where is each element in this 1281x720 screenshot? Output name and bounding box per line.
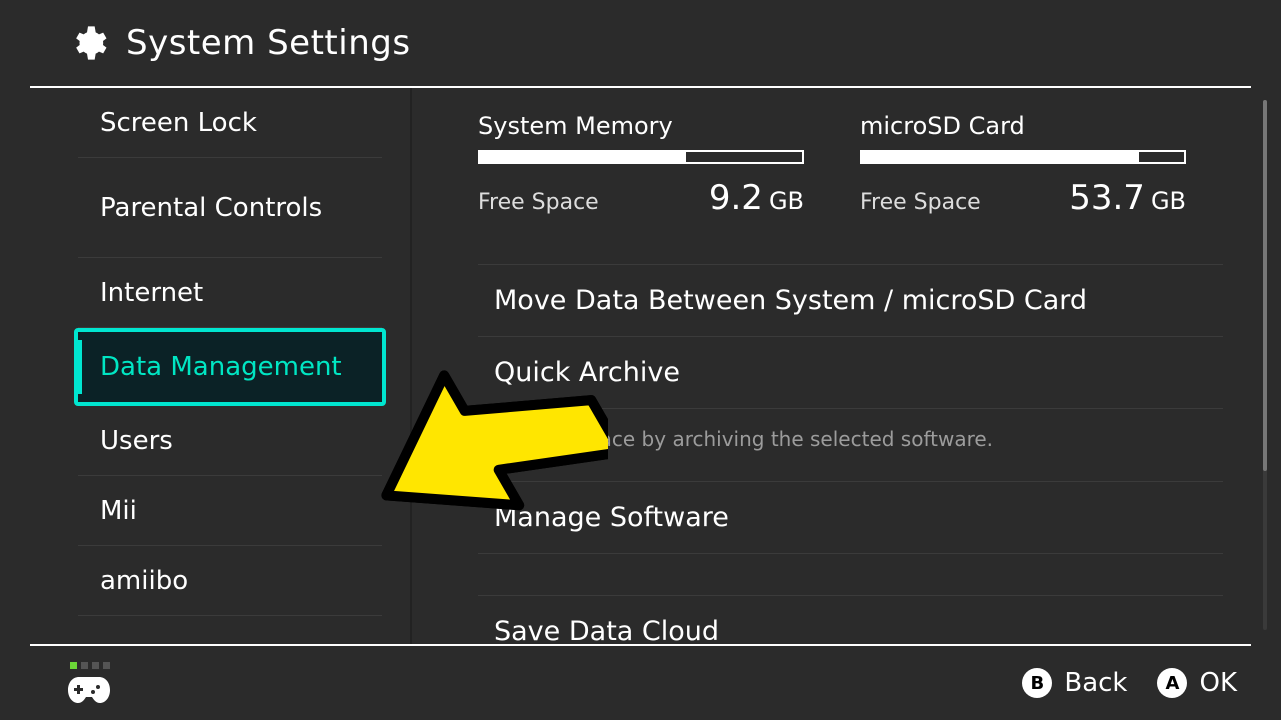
scrollbar[interactable] [1263,100,1267,630]
sidebar-item-label: Screen Lock [100,108,257,138]
sidebar-item-amiibo[interactable]: amiibo [78,546,382,616]
sidebar-item-users[interactable]: Users [78,406,382,476]
storage-bar [860,150,1186,164]
controller-status [66,662,112,705]
sidebar-item-label: Parental Controls [100,193,322,223]
item-save-data-cloud[interactable]: Save Data Cloud [478,595,1223,646]
page-title: System Settings [126,23,411,63]
storage-bar [478,150,804,164]
storage-microsd-card: microSD Card Free Space 53.7GB [860,112,1186,218]
free-space-value: 9.2GB [709,178,804,218]
storage-system-memory: System Memory Free Space 9.2GB [478,112,804,218]
player-indicator [70,662,110,669]
button-label: Back [1064,668,1127,698]
annotation-arrow-icon [348,364,608,568]
sidebar-item-label: amiibo [100,566,188,596]
sidebar-item-label: Users [100,426,173,456]
sidebar-item-label: Data Management [100,352,342,382]
b-button-icon: B [1022,668,1052,698]
storage-bar-fill [862,152,1139,162]
body: Screen Lock Parental Controls Internet D… [0,88,1281,646]
item-label: Save Data Cloud [494,616,719,646]
storage-title: microSD Card [860,112,1186,140]
footer: B Back A OK [0,646,1281,720]
storage-row: System Memory Free Space 9.2GB microSD C… [478,112,1223,218]
button-label: OK [1199,668,1237,698]
storage-title: System Memory [478,112,804,140]
storage-bar-fill [480,152,686,162]
header: System Settings [30,0,1251,86]
sidebar-item-mii[interactable]: Mii [78,476,382,546]
back-button[interactable]: B Back [1022,668,1127,698]
sidebar-item-label: Mii [100,496,137,526]
sidebar-item-label: Internet [100,278,203,308]
a-button-icon: A [1157,668,1187,698]
item-label: Move Data Between System / microSD Card [494,285,1087,316]
sidebar-item-internet[interactable]: Internet [78,258,382,328]
item-move-data[interactable]: Move Data Between System / microSD Card [478,264,1223,336]
sidebar-item-screen-lock[interactable]: Screen Lock [78,88,382,158]
free-space-value: 53.7GB [1069,178,1186,218]
free-space-label: Free Space [478,190,599,215]
gear-icon [68,23,108,63]
ok-button[interactable]: A OK [1157,668,1237,698]
sidebar-item-parental-controls[interactable]: Parental Controls [78,158,382,258]
sidebar-item-data-management[interactable]: Data Management [74,328,386,406]
controller-icon [66,675,112,705]
scrollbar-thumb[interactable] [1263,100,1267,471]
free-space-label: Free Space [860,190,981,215]
